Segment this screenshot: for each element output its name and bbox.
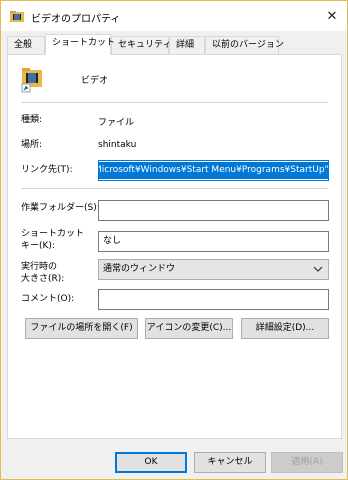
run-label-line2: 大きさ(R):: [21, 274, 65, 284]
open-file-location-button[interactable]: ファイルの場所を開く(F): [25, 318, 138, 339]
close-button[interactable]: ✕: [317, 1, 347, 31]
start-in-label: 作業フォルダー(S):: [21, 203, 100, 213]
hotkey-field[interactable]: なし: [98, 231, 329, 252]
apply-button[interactable]: 適用(A): [271, 452, 343, 473]
run-label-line1: 実行時の: [21, 262, 58, 272]
tab-previous-versions[interactable]: 以前のバージョン: [205, 36, 284, 54]
location-value: shintaku: [98, 140, 137, 150]
change-icon-button[interactable]: アイコンの変更(C)...: [145, 318, 233, 339]
target-selected-text: Microsoft¥Windows¥Start Menu¥Programs¥St…: [99, 162, 328, 179]
advanced-button[interactable]: 詳細設定(D)...: [241, 318, 329, 339]
properties-dialog: ビデオのプロパティ ✕ 全般 ショートカット セキュリティ 詳細 以前のバージョ…: [0, 0, 348, 480]
chevron-down-icon: [313, 266, 323, 272]
tab-details[interactable]: 詳細: [169, 36, 205, 54]
shortcut-name: ビデオ: [81, 76, 109, 86]
window-title: ビデオのプロパティ: [31, 14, 121, 25]
ok-button[interactable]: OK: [115, 452, 187, 473]
comment-field[interactable]: [98, 289, 329, 310]
video-shortcut-icon: [21, 68, 42, 93]
tab-general[interactable]: 全般: [7, 36, 45, 54]
hotkey-label-line1: ショートカット: [21, 229, 85, 239]
separator: [21, 102, 328, 103]
cancel-button[interactable]: キャンセル: [194, 452, 266, 473]
comment-label: コメント(O):: [21, 294, 75, 304]
folder-video-icon: [10, 11, 24, 22]
tab-shortcut[interactable]: ショートカット: [45, 34, 115, 55]
target-label: リンク先(T):: [21, 165, 73, 175]
run-size-value: 通常のウィンドウ: [103, 264, 176, 274]
location-label: 場所:: [21, 140, 43, 150]
title-bar[interactable]: ビデオのプロパティ ✕: [1, 1, 347, 31]
tab-label: 詳細: [176, 40, 195, 50]
run-size-select[interactable]: 通常のウィンドウ: [98, 259, 329, 280]
target-field[interactable]: Microsoft¥Windows¥Start Menu¥Programs¥St…: [98, 160, 329, 181]
type-label: 種類:: [21, 115, 43, 125]
tab-security[interactable]: セキュリティ: [111, 36, 172, 54]
start-in-field[interactable]: [98, 200, 329, 221]
type-value: ファイル: [98, 118, 135, 128]
hotkey-label-line2: キー(K):: [21, 241, 55, 251]
tab-label: 以前のバージョン: [212, 40, 284, 50]
tab-label: 全般: [14, 40, 33, 50]
close-icon: ✕: [326, 8, 338, 24]
tab-label: セキュリティ: [118, 40, 172, 50]
tab-label: ショートカット: [52, 38, 116, 48]
separator: [21, 188, 328, 189]
